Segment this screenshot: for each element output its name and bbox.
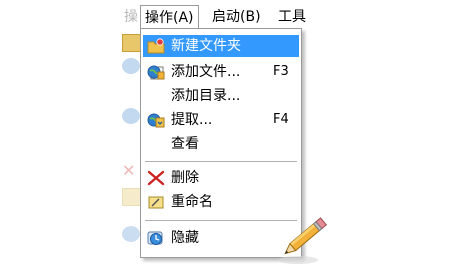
menu-item-label: 重命名 bbox=[171, 194, 213, 210]
menu-tools[interactable]: 工具 bbox=[278, 5, 306, 29]
menu-item-label: 删除 bbox=[171, 170, 199, 186]
menubar: 操作(A) 启动(B) 工具 bbox=[120, 5, 450, 29]
menu-item-view[interactable]: 查看 bbox=[143, 133, 299, 155]
hide-icon bbox=[147, 230, 165, 246]
menu-item-label: 提取... bbox=[171, 112, 213, 128]
screen: 操 ✕ 操作(A) 启动(B) 工具 新建文件夹 添加文件... F3 添加目录… bbox=[0, 0, 450, 266]
background-extract-icon bbox=[122, 108, 140, 124]
menu-item-shortcut: F4 bbox=[273, 112, 289, 127]
menu-item-shortcut: F3 bbox=[273, 64, 289, 79]
menu-separator bbox=[145, 220, 297, 222]
menu-item-label: 隐藏 bbox=[171, 230, 199, 246]
delete-icon bbox=[147, 170, 165, 186]
new-folder-icon bbox=[147, 38, 165, 54]
menu-item-add-files[interactable]: 添加文件... F3 bbox=[143, 61, 299, 83]
menu-item-new-folder[interactable]: 新建文件夹 bbox=[143, 35, 299, 57]
add-files-icon bbox=[147, 64, 165, 80]
menu-launch[interactable]: 启动(B) bbox=[212, 5, 261, 29]
background-globe-icon bbox=[122, 58, 140, 74]
menu-item-label: 查看 bbox=[171, 136, 199, 152]
menu-operation[interactable]: 操作(A) bbox=[140, 5, 199, 29]
rename-icon bbox=[147, 194, 165, 210]
menu-item-label: 添加目录... bbox=[171, 88, 241, 104]
pencil-icon bbox=[276, 210, 336, 266]
extract-icon bbox=[147, 112, 165, 128]
background-hide-icon bbox=[122, 226, 140, 242]
menu-separator bbox=[145, 161, 297, 163]
menu-item-label: 新建文件夹 bbox=[171, 38, 241, 54]
menu-item-extract[interactable]: 提取... F4 bbox=[143, 109, 299, 131]
menu-item-add-directory[interactable]: 添加目录... bbox=[143, 85, 299, 107]
background-rename-icon bbox=[122, 188, 142, 206]
background-folder-icon bbox=[122, 34, 142, 52]
menu-item-delete[interactable]: 删除 bbox=[143, 167, 299, 189]
background-delete-icon: ✕ bbox=[122, 161, 136, 180]
menu-item-label: 添加文件... bbox=[171, 64, 241, 80]
